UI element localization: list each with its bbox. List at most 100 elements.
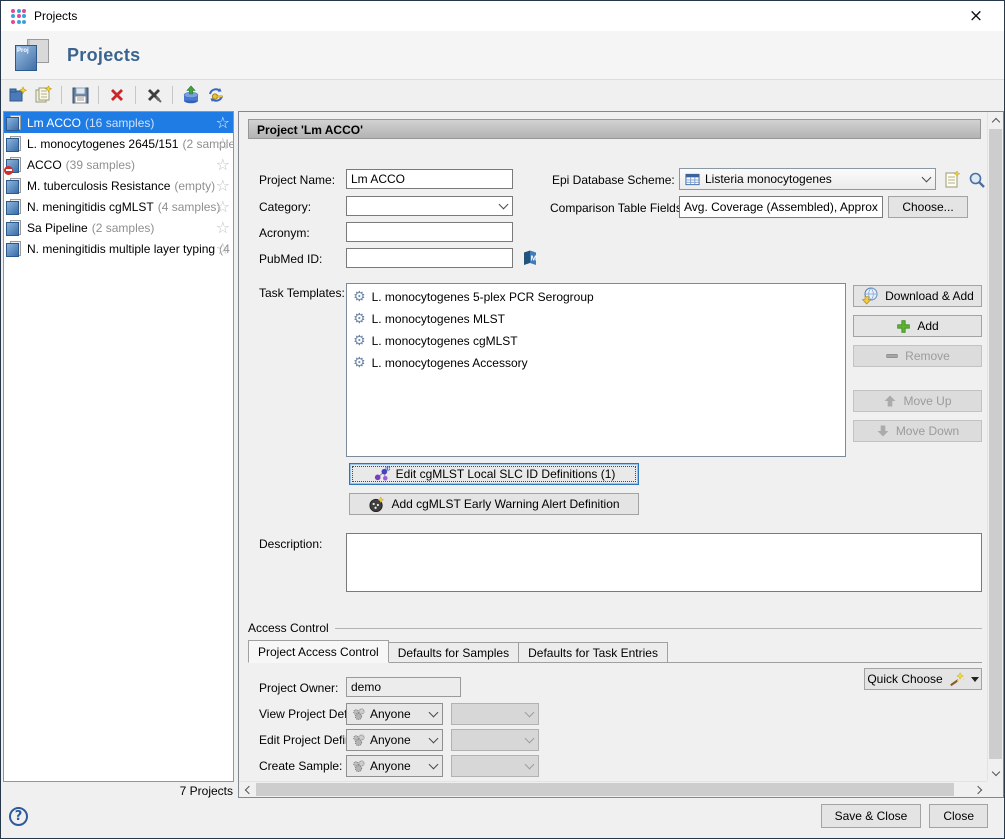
move-down-label: Move Down xyxy=(896,424,959,438)
edit-slc-label: Edit cgMLST Local SLC ID Definitions (1) xyxy=(396,467,616,481)
minus-icon xyxy=(885,349,899,363)
favorite-star-icon[interactable]: ☆ xyxy=(216,238,230,259)
project-owner-label: Project Owner: xyxy=(259,681,338,695)
project-name: Sa Pipeline xyxy=(27,221,88,235)
project-list-item[interactable]: ACCO (39 samples) ☆ xyxy=(4,154,233,175)
task-template-item[interactable]: ⚙L. monocytogenes MLST xyxy=(347,308,845,330)
project-icon xyxy=(6,136,22,152)
edit-project-definition-select[interactable]: Anyone xyxy=(346,729,443,751)
delete-icon[interactable] xyxy=(106,84,128,106)
save-icon[interactable] xyxy=(69,84,91,106)
remove-button[interactable]: Remove xyxy=(853,345,982,367)
comparison-fields-input[interactable] xyxy=(679,196,883,218)
window-title: Projects xyxy=(34,9,77,23)
title-bar: Projects × xyxy=(1,1,1004,31)
task-templates-list[interactable]: ⚙L. monocytogenes 5-plex PCR Serogroup ⚙… xyxy=(346,283,846,457)
download-add-button[interactable]: Download & Add xyxy=(853,285,982,307)
chevron-down-icon xyxy=(525,733,535,743)
panel-title: Project 'Lm ACCO' xyxy=(248,119,981,139)
category-select[interactable] xyxy=(346,196,513,216)
search-scheme-icon[interactable] xyxy=(966,169,987,191)
close-icon[interactable]: × xyxy=(958,1,994,31)
pubmed-input[interactable] xyxy=(346,248,513,268)
favorite-star-icon[interactable]: ☆ xyxy=(216,112,230,133)
tab-project-access-control[interactable]: Project Access Control xyxy=(248,640,389,663)
project-name: ACCO xyxy=(27,158,62,172)
create-sample-secondary-select[interactable] xyxy=(451,755,539,777)
favorite-star-icon[interactable]: ☆ xyxy=(216,175,230,196)
add-label: Add xyxy=(917,319,938,333)
scroll-down-icon[interactable] xyxy=(988,765,1004,781)
alert-definition-icon xyxy=(368,496,385,513)
pubmed-icon[interactable]: M xyxy=(519,247,541,269)
project-list-item[interactable]: Sa Pipeline (2 samples) ☆ xyxy=(4,217,233,238)
project-name-input[interactable] xyxy=(346,169,513,189)
scroll-right-icon[interactable] xyxy=(971,782,987,798)
choose-button[interactable]: Choose... xyxy=(888,196,968,218)
horizontal-scrollbar[interactable] xyxy=(239,781,987,797)
access-control-tabs: Project Access Control Defaults for Samp… xyxy=(248,640,982,663)
blocked-badge-icon xyxy=(4,166,13,175)
project-list-item[interactable]: M. tuberculosis Resistance (empty) ☆ xyxy=(4,175,233,196)
comparison-fields-label: Comparison Table Fields: xyxy=(550,201,685,215)
favorite-star-icon[interactable]: ☆ xyxy=(216,133,230,154)
access-control-group: Access Control xyxy=(248,621,982,635)
description-textarea[interactable] xyxy=(346,533,982,592)
favorite-star-icon[interactable]: ☆ xyxy=(216,154,230,175)
plus-icon xyxy=(896,319,911,334)
task-template-item[interactable]: ⚙L. monocytogenes Accessory xyxy=(347,352,845,374)
add-alert-definition-button[interactable]: Add cgMLST Early Warning Alert Definitio… xyxy=(349,493,639,515)
task-template-name: L. monocytogenes cgMLST xyxy=(372,334,518,348)
delete-permanent-icon[interactable] xyxy=(143,84,165,106)
scroll-left-icon[interactable] xyxy=(239,782,255,798)
project-list-item[interactable]: Lm ACCO (16 samples) ☆ xyxy=(4,112,233,133)
task-templates-label: Task Templates: xyxy=(259,286,345,300)
task-template-item[interactable]: ⚙ L. monocytogenes cgMLST xyxy=(347,330,845,352)
vertical-scrollbar[interactable] xyxy=(987,112,1003,781)
close-button[interactable]: Close xyxy=(929,804,988,828)
new-project-icon[interactable] xyxy=(7,84,29,106)
category-label: Category: xyxy=(259,200,311,214)
scroll-up-icon[interactable] xyxy=(988,112,1004,128)
arrow-down-icon xyxy=(876,424,890,438)
epi-scheme-select[interactable]: Listeria monocytogenes xyxy=(679,168,936,190)
upload-database-icon[interactable] xyxy=(180,84,202,106)
save-close-button[interactable]: Save & Close xyxy=(821,804,922,828)
tab-defaults-for-samples[interactable]: Defaults for Samples xyxy=(388,642,519,662)
projects-folder-icon: Proj xyxy=(15,39,49,71)
view-project-definition-secondary-select[interactable] xyxy=(451,703,539,725)
favorite-star-icon[interactable]: ☆ xyxy=(216,196,230,217)
view-project-definition-select[interactable]: Anyone xyxy=(346,703,443,725)
create-sample-select[interactable]: Anyone xyxy=(346,755,443,777)
project-owner-input[interactable] xyxy=(346,677,461,697)
add-button[interactable]: Add xyxy=(853,315,982,337)
pubmed-label: PubMed ID: xyxy=(259,252,322,266)
vertical-scroll-thumb[interactable] xyxy=(989,129,1002,759)
project-list-item[interactable]: N. meningitidis cgMLST (4 samples) ☆ xyxy=(4,196,233,217)
acronym-input[interactable] xyxy=(346,222,513,242)
epi-scheme-value: Listeria monocytogenes xyxy=(705,172,832,186)
update-ids-icon[interactable] xyxy=(205,84,227,106)
project-icon xyxy=(6,115,22,131)
people-icon xyxy=(352,760,365,772)
quick-choose-button[interactable]: Quick Choose xyxy=(864,668,982,690)
help-icon[interactable]: ? xyxy=(9,807,28,826)
people-icon xyxy=(352,734,365,746)
task-template-icon: ⚙ xyxy=(353,334,366,348)
project-icon-blocked xyxy=(6,157,22,173)
task-template-item[interactable]: ⚙L. monocytogenes 5-plex PCR Serogroup xyxy=(347,286,845,308)
tab-defaults-for-task-entries[interactable]: Defaults for Task Entries xyxy=(518,642,668,662)
favorite-star-icon[interactable]: ☆ xyxy=(216,217,230,238)
project-list-item[interactable]: N. meningitidis multiple layer typing (4… xyxy=(4,238,233,259)
edit-project-definition-secondary-select[interactable] xyxy=(451,729,539,751)
move-up-button[interactable]: Move Up xyxy=(853,390,982,412)
move-down-button[interactable]: Move Down xyxy=(853,420,982,442)
edit-slc-definitions-button[interactable]: ID Edit cgMLST Local SLC ID Definitions … xyxy=(349,463,639,485)
new-scheme-icon[interactable] xyxy=(941,168,963,190)
dropdown-caret-icon xyxy=(971,677,979,682)
task-template-icon: ⚙ xyxy=(353,290,366,304)
new-from-template-icon[interactable] xyxy=(32,84,54,106)
project-list-item[interactable]: L. monocytogenes 2645/151 (2 samples) ☆ xyxy=(4,133,233,154)
svg-text:ID: ID xyxy=(385,466,390,472)
horizontal-scroll-thumb[interactable] xyxy=(256,783,954,796)
